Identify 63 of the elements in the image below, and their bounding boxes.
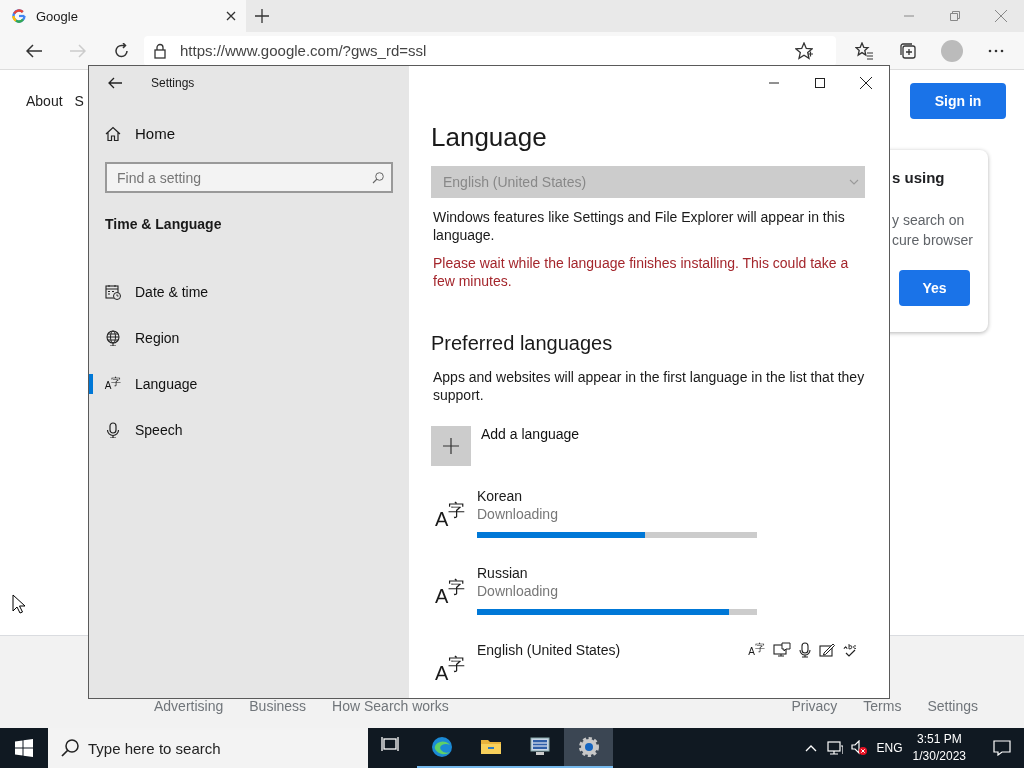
notification-icon[interactable] [993, 740, 1011, 756]
language-name[interactable]: Russian [477, 565, 528, 581]
taskbar-button[interactable] [564, 728, 613, 768]
home-icon [105, 125, 121, 142]
pen-icon [819, 643, 835, 657]
footer-link[interactable]: How Search works [332, 698, 449, 714]
language-status: Downloading [477, 583, 559, 599]
tab-title: Google [36, 8, 79, 24]
footer-link[interactable]: Advertising [154, 698, 224, 714]
input-language-indicator[interactable]: ENG [876, 741, 903, 755]
prompt-text: cure browser [892, 231, 974, 250]
search-icon[interactable] [372, 172, 384, 184]
favicon-icon [12, 9, 26, 23]
add-language-button[interactable]: Add a language [431, 423, 865, 466]
language-status: Downloading [477, 506, 559, 522]
taskbar-search-field[interactable]: Type here to search [48, 728, 368, 768]
close-icon[interactable] [226, 11, 236, 21]
chevron-up-icon[interactable] [804, 744, 817, 752]
calendar-clock-icon [105, 284, 121, 300]
footer-link[interactable]: Business [249, 698, 307, 714]
footer-link[interactable]: Terms [863, 698, 902, 714]
home-link[interactable]: Home [105, 125, 409, 142]
cursor-icon [12, 594, 25, 614]
language-glyph-icon: A$^{字}$ [431, 565, 465, 620]
language-name[interactable]: Korean [477, 488, 523, 504]
browser-tab[interactable]: Google [0, 0, 246, 32]
speaker-muted-icon[interactable] [850, 740, 867, 756]
nav-item[interactable]: Date & time [89, 268, 409, 316]
settings-search-field[interactable]: Find a setting [105, 162, 393, 193]
language-glyph-icon: A$^{字}$ [431, 642, 465, 697]
footer-link[interactable]: Settings [927, 698, 978, 714]
display-speech-icon [773, 642, 791, 658]
prompt-text: y search on [892, 211, 966, 230]
globe-icon [105, 330, 121, 346]
footer-link[interactable]: Privacy [791, 698, 838, 714]
plus-icon [443, 438, 459, 454]
warning-text: Please wait while the language finishes installing. This could take a few minutes. [433, 254, 850, 290]
header-link[interactable]: S [74, 93, 84, 109]
sign-in-button[interactable]: Sign in [910, 83, 1006, 119]
microphone-icon [799, 642, 811, 658]
section-heading: Preferred languages [431, 332, 614, 355]
language-glyph-icon: A$^{字}$ [431, 488, 465, 543]
lock-icon [154, 42, 166, 59]
microphone-icon [105, 422, 121, 438]
caret-icon [849, 179, 859, 185]
gear-icon [576, 735, 601, 759]
clock-date[interactable]: 1/30/2023 [912, 748, 966, 765]
header-link[interactable]: About [26, 93, 63, 109]
window-title: Settings [151, 76, 195, 90]
network-icon[interactable] [826, 740, 843, 756]
nav-item[interactable]: Region [89, 314, 409, 362]
yes-button[interactable]: Yes [899, 270, 970, 306]
language-name[interactable]: English (United States) [477, 642, 621, 658]
description-text: Windows features like Settings and File Explorer will appear in this language. [433, 208, 846, 244]
prompt-title: s using [892, 168, 946, 188]
spell-check-icon [843, 642, 857, 658]
description-text: Apps and websites will appear in the first language in the list that they support. [433, 368, 865, 404]
section-title: Time & Language [105, 216, 223, 232]
nav-item[interactable]: Speech [89, 406, 409, 454]
browser-icon [429, 735, 454, 759]
page-heading: Language [431, 122, 548, 153]
clock-time[interactable]: 3:51 PM [916, 731, 962, 748]
search-icon [61, 739, 79, 757]
